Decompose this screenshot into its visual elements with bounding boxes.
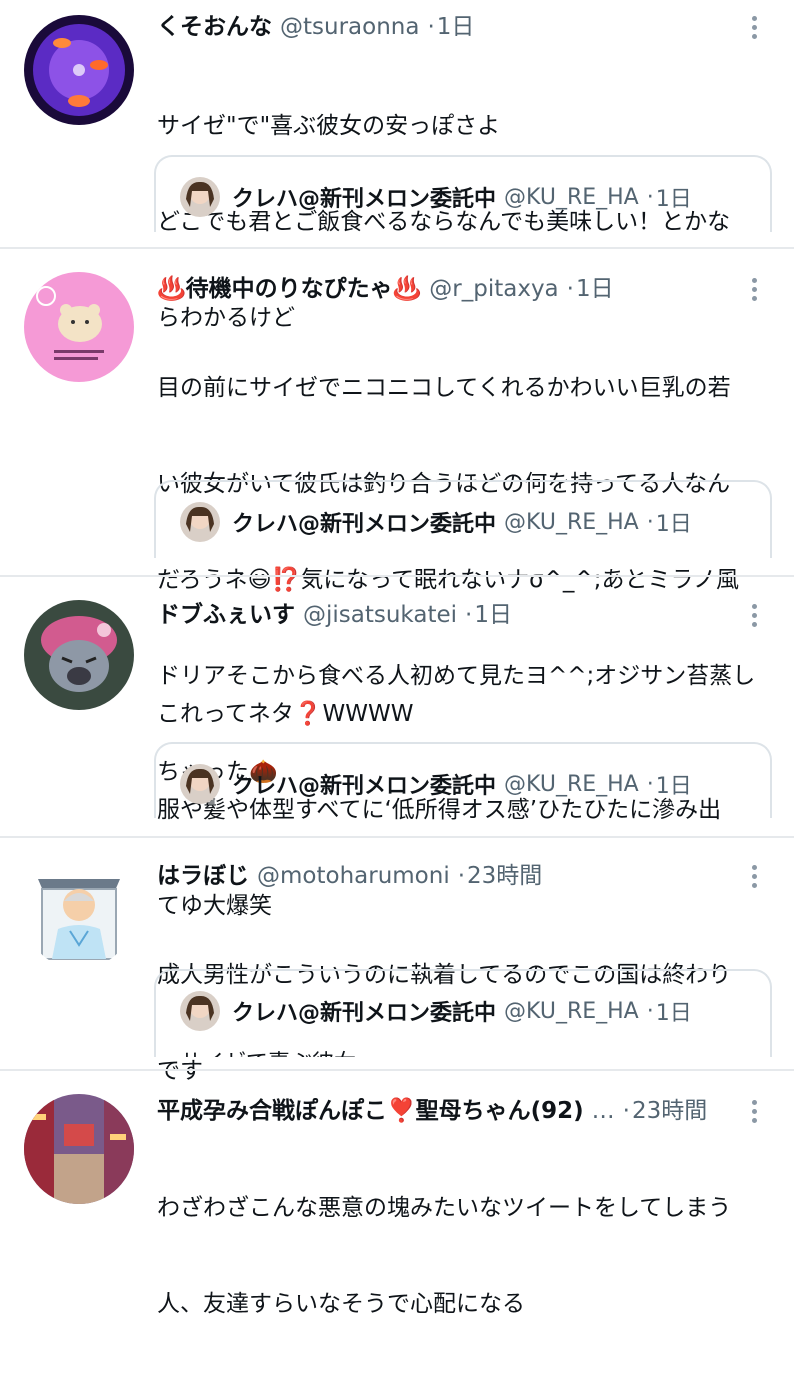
tweet-text-line: サイゼ"で"喜ぶ彼女の安っぽさよ	[157, 113, 501, 139]
timestamp[interactable]: 1日	[576, 276, 614, 302]
tweet-2[interactable]: ♨️待機中のりなぴたゃ♨️ @r_pitaxya ·1日 目の前にサイゼでニコニコし…	[0, 272, 794, 785]
tweet-text-line: 目の前にサイゼでニコニコしてくれるかわいい巨乳の若	[157, 375, 731, 401]
tweet-divider	[0, 247, 794, 249]
more-options-icon[interactable]	[744, 598, 764, 632]
tweet-divider	[0, 575, 794, 577]
tweet-3[interactable]: ドブふぇいす @jisatsukatei ·1日 これってネタ❓WWWW 服や髪や体…	[0, 598, 794, 919]
quoted-tweet[interactable]: クレハ@新刊メロン委託中 @KU_RE_HA · 1日	[154, 155, 772, 232]
tweet-divider	[0, 836, 794, 838]
separator-dot: ·	[646, 998, 654, 1024]
quoted-user-avatar	[180, 764, 220, 804]
display-name[interactable]: ドブふぇいす	[157, 602, 295, 628]
tweet-5[interactable]: 平成孕み合戦ぽんぽこ❣️聖母ちゃん(92) … ·23時間 わざわざこんな悪意の塊み…	[0, 1094, 794, 1317]
timestamp[interactable]: 1日	[474, 602, 512, 628]
tweet-text-line: 人、友達すらいなそうで心配になる	[157, 1291, 525, 1317]
hospital-patient-avatar[interactable]	[24, 859, 134, 969]
more-options-icon[interactable]	[744, 859, 764, 893]
tweet-text: わざわざこんな悪意の塊みたいなツイートをしてしまう 人、友達すらいなそうで心配に…	[157, 1128, 762, 1384]
quoted-timestamp: 1日	[655, 187, 692, 212]
separator-dot: ·	[427, 14, 435, 40]
tweet-text-line: わざわざこんな悪意の塊みたいなツイートをしてしまう	[157, 1195, 732, 1221]
quoted-timestamp: 1日	[655, 774, 692, 799]
timestamp[interactable]: 23時間	[632, 1098, 707, 1124]
quoted-tweet-header: クレハ@新刊メロン委託中 @KU_RE_HA · 1日	[180, 502, 692, 542]
quoted-handle: @KU_RE_HA	[504, 771, 639, 797]
quoted-display-name: クレハ@新刊メロン委託中	[232, 187, 497, 212]
tweet-header: ドブふぇいす @jisatsukatei ·1日	[157, 598, 717, 632]
quoted-tweet-header: クレハ@新刊メロン委託中 @KU_RE_HA · 1日	[180, 764, 692, 804]
more-options-icon[interactable]	[744, 1094, 764, 1128]
separator-dot: ·	[646, 184, 654, 210]
handle[interactable]: @jisatsukatei	[303, 602, 457, 628]
handle[interactable]: @r_pitaxya	[429, 276, 558, 302]
quoted-handle: @KU_RE_HA	[504, 509, 639, 535]
more-options-icon[interactable]	[744, 10, 764, 44]
quoted-display-name: クレハ@新刊メロン委託中	[232, 774, 497, 799]
quoted-timestamp: 1日	[655, 1001, 692, 1026]
tweet-divider	[0, 1069, 794, 1071]
tweet-text-line: これってネタ❓WWWW	[157, 701, 414, 727]
tweet-header: 平成孕み合戦ぽんぽこ❣️聖母ちゃん(92) … ·23時間	[157, 1094, 737, 1128]
quoted-tweet[interactable]: クレハ@新刊メロン委託中 @KU_RE_HA · 1日	[154, 742, 772, 818]
timestamp[interactable]: 1日	[437, 14, 475, 40]
quoted-tweet[interactable]: クレハ@新刊メロン委託中 @KU_RE_HA ·1日 サイゼで喜ぶ彼女	[154, 969, 772, 1057]
separator-dot: ·	[622, 1098, 630, 1124]
quoted-display-name: クレハ@新刊メロン委託中	[232, 1001, 497, 1026]
crying-character-avatar[interactable]	[24, 600, 134, 710]
quoted-tweet-text: サイゼで喜ぶ彼女	[180, 1045, 356, 1057]
separator-dot: ·	[465, 602, 473, 628]
quoted-tweet[interactable]: クレハ@新刊メロン委託中 @KU_RE_HA · 1日	[154, 480, 772, 558]
timestamp[interactable]: 23時間	[467, 863, 542, 889]
quoted-handle: @KU_RE_HA	[504, 184, 639, 210]
handle[interactable]: @tsuraonna	[280, 14, 419, 40]
tweet-header: はラぼじ @motoharumoni ·23時間	[157, 859, 717, 893]
quoted-user-avatar	[180, 991, 220, 1031]
handle[interactable]: …	[592, 1098, 615, 1124]
tweet-text-line: だろうネ😃⁉️気になって眠れないナσ^_^;あとミラノ風	[157, 567, 739, 593]
handle[interactable]: @motoharumoni	[257, 863, 450, 889]
separator-dot: ·	[646, 771, 654, 797]
separator-dot: ·	[457, 863, 466, 889]
tweet-header: くそおんな @tsuraonna ·1日	[157, 10, 717, 44]
tweet-1[interactable]: くそおんな @tsuraonna ·1日 サイゼ"で"喜ぶ彼女の安っぽさよ どこでも…	[0, 10, 794, 331]
quoted-user-avatar	[180, 502, 220, 542]
quoted-tweet-header: クレハ@新刊メロン委託中 @KU_RE_HA · 1日	[180, 991, 692, 1031]
display-name[interactable]: 平成孕み合戦ぽんぽこ❣️聖母ちゃん(92)	[157, 1098, 584, 1124]
display-name[interactable]: はラぼじ	[157, 863, 249, 889]
goldfish-bowl-avatar[interactable]	[24, 15, 134, 125]
separator-dot: ·	[646, 509, 654, 535]
quoted-timestamp: 1日	[655, 512, 692, 537]
city-street-avatar[interactable]	[24, 1094, 134, 1204]
quoted-tweet-header: クレハ@新刊メロン委託中 @KU_RE_HA · 1日	[180, 177, 692, 217]
display-name[interactable]: ♨️待機中のりなぴたゃ♨️	[157, 276, 421, 302]
quoted-user-avatar	[180, 177, 220, 217]
tweet-header: ♨️待機中のりなぴたゃ♨️ @r_pitaxya ·1日	[157, 272, 717, 306]
tweet-4[interactable]: はラぼじ @motoharumoni ·23時間 成人男性がこういうのに執着してるの…	[0, 859, 794, 1084]
quoted-display-name: クレハ@新刊メロン委託中	[232, 512, 497, 537]
separator-dot: ·	[566, 276, 574, 302]
more-options-icon[interactable]	[744, 272, 764, 306]
bear-sticker-avatar[interactable]	[24, 272, 134, 382]
quoted-handle: @KU_RE_HA	[504, 998, 639, 1024]
tweet-text-line: です	[157, 1058, 203, 1084]
display-name[interactable]: くそおんな	[157, 14, 272, 40]
